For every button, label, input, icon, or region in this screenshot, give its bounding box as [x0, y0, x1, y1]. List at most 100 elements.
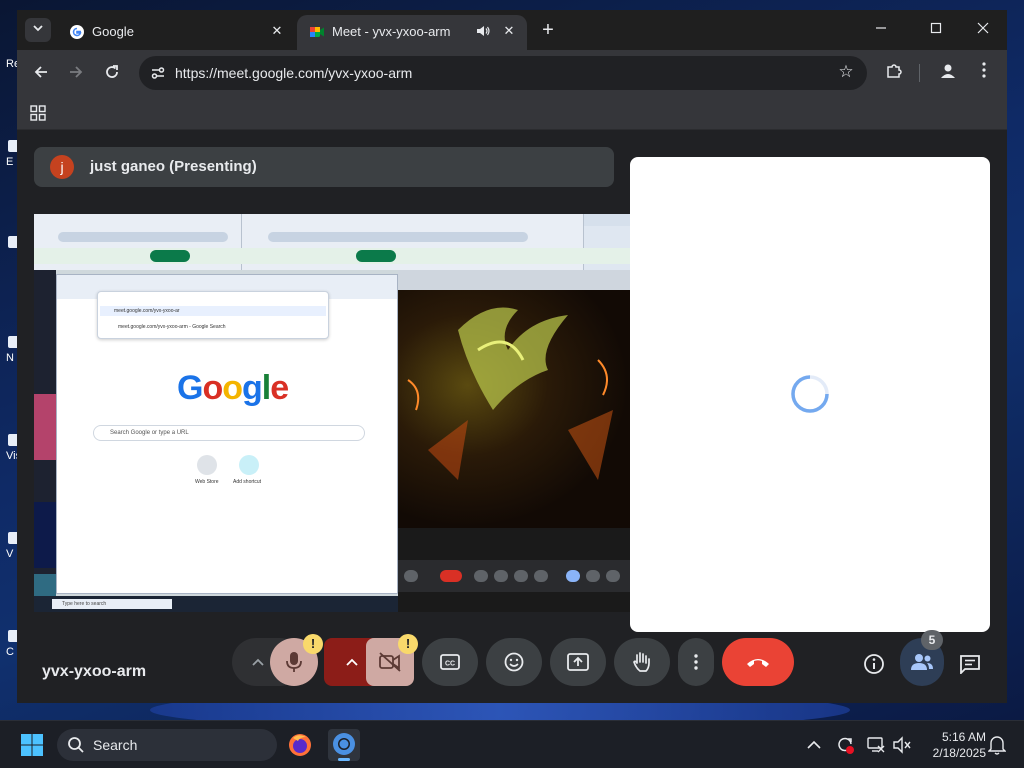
chevron-down-icon [33, 25, 43, 32]
active-app-indicator [338, 758, 350, 761]
taskbar-search-box[interactable]: Search [57, 729, 277, 761]
tab-meet[interactable]: Meet - yvx-yxoo-arm ✕ [297, 15, 527, 50]
shared-new-tab-page: meet.google.com/yvx-yxoo-ar meet.google.… [56, 274, 398, 594]
sync-alert-icon[interactable] [835, 735, 855, 755]
close-tab-icon[interactable]: ✕ [267, 21, 287, 41]
apps-grid-icon[interactable] [29, 104, 47, 122]
shared-screen-video[interactable]: meet.google.com/yvx-yxoo-ar meet.google.… [34, 214, 630, 612]
new-tab-button[interactable]: + [537, 20, 559, 42]
back-arrow-icon[interactable] [29, 62, 53, 86]
maximize-window-icon[interactable] [922, 18, 950, 42]
bookmark-star-icon[interactable]: ☆ [837, 63, 855, 81]
chat-icon [960, 655, 980, 674]
site-info-icon[interactable] [149, 64, 167, 82]
shared-side-strip [34, 270, 56, 612]
network-icon[interactable] [866, 735, 886, 755]
shared-google-search-box: Search Google or type a URL [93, 425, 365, 441]
meeting-details-button[interactable] [856, 646, 892, 682]
tab-strip: Google ✕ Meet - yvx-yxoo-arm ✕ + [17, 10, 1007, 50]
url-text[interactable]: https://meet.google.com/yvx-yxoo-arm [175, 65, 412, 81]
close-window-icon[interactable] [969, 18, 997, 42]
desktop-icon-label: V [6, 548, 14, 560]
bookmarks-bar [17, 96, 1007, 130]
emoji-smile-icon [504, 652, 524, 672]
chevron-up-icon[interactable] [804, 735, 824, 755]
shared-taskbar-search: Type here to search [52, 599, 172, 609]
meeting-code: yvx-yxoo-arm [42, 663, 147, 680]
leave-call-button[interactable] [722, 638, 794, 686]
tab-title: Meet - yvx-yxoo-arm [332, 24, 451, 39]
tab-title: Google [92, 24, 134, 39]
google-favicon-icon [70, 25, 84, 39]
present-screen-icon [567, 653, 589, 671]
toolbar-divider [919, 64, 920, 82]
volume-muted-icon[interactable] [892, 735, 912, 755]
reactions-button[interactable] [486, 638, 542, 686]
suggestion-row: meet.google.com/yvx-yxoo-ar [100, 306, 326, 316]
google-logo: Google [177, 369, 289, 407]
microphone-warning-badge: ! [303, 634, 323, 654]
raise-hand-button[interactable] [614, 638, 670, 686]
info-icon [864, 654, 884, 674]
extensions-puzzle-icon[interactable] [883, 62, 905, 84]
shared-browser-windows [34, 214, 630, 270]
closed-captions-icon: CC [440, 654, 460, 670]
clock-date: 2/18/2025 [932, 746, 986, 760]
tab-google[interactable]: Google ✕ [57, 15, 295, 50]
profile-avatar-icon[interactable] [937, 62, 959, 84]
minimize-window-icon[interactable] [867, 18, 895, 42]
participant-count-badge: 5 [921, 630, 943, 650]
address-bar[interactable]: https://meet.google.com/yvx-yxoo-arm ☆ [139, 56, 867, 90]
tab-search-button[interactable] [25, 18, 51, 42]
people-icon [911, 654, 933, 670]
clock-time: 5:16 AM [941, 730, 986, 744]
reload-icon[interactable] [100, 62, 124, 86]
svg-text:CC: CC [445, 661, 455, 668]
notification-bell-icon[interactable] [987, 735, 1008, 755]
raise-hand-icon [633, 652, 650, 672]
more-options-button[interactable] [678, 638, 714, 686]
shortcut-label: Add shortcut [233, 479, 262, 485]
desktop-icon-label: N [6, 352, 14, 364]
camera-off-icon [379, 652, 401, 672]
search-icon [68, 737, 84, 753]
hang-up-phone-icon [747, 659, 769, 667]
more-vertical-icon[interactable] [973, 62, 995, 84]
desktop-icon-label: E [6, 156, 14, 168]
desktop-icon-label: C [6, 646, 14, 658]
camera-warning-badge: ! [398, 634, 418, 654]
taskbar-search-label: Search [93, 737, 138, 753]
browser-toolbar: https://meet.google.com/yvx-yxoo-arm ☆ [17, 50, 1007, 96]
self-video-tile[interactable] [630, 157, 990, 632]
windows-taskbar: Search 5:16 AM 2/18/2025 [0, 720, 1024, 768]
meet-page: j just ganeo (Presenting) meet.google.co… [17, 130, 1007, 703]
audio-playing-icon[interactable] [475, 23, 491, 39]
anime-video-frame [398, 290, 630, 528]
taskbar-clock[interactable]: 5:16 AM 2/18/2025 [918, 729, 986, 761]
chevron-up-icon [346, 658, 358, 666]
shortcut-label: Web Store [195, 479, 219, 485]
loading-spinner-icon [791, 375, 829, 413]
shared-omnibox-dropdown: meet.google.com/yvx-yxoo-ar meet.google.… [97, 291, 329, 339]
shared-meet-controls [398, 560, 630, 592]
chat-button[interactable] [952, 646, 988, 682]
firefox-taskbar-icon[interactable] [284, 729, 316, 761]
add-shortcut-icon [239, 455, 259, 475]
captions-button[interactable]: CC [422, 638, 478, 686]
web-store-shortcut-icon [197, 455, 217, 475]
microphone-icon [286, 652, 302, 672]
present-screen-button[interactable] [550, 638, 606, 686]
shared-video-player [398, 270, 630, 612]
chrome-window: Google ✕ Meet - yvx-yxoo-arm ✕ + https:/… [17, 10, 1007, 703]
suggestion-row: meet.google.com/yvx-yxoo-arm - Google Se… [118, 324, 226, 330]
close-tab-icon[interactable]: ✕ [499, 21, 519, 41]
forward-arrow-icon[interactable] [64, 62, 88, 86]
more-vertical-icon [694, 654, 698, 670]
chevron-up-icon [252, 658, 264, 666]
presenter-banner: j just ganeo (Presenting) [34, 147, 614, 187]
presenter-avatar: j [50, 155, 74, 179]
shared-taskbar: Type here to search [34, 596, 398, 612]
chrome-taskbar-icon[interactable] [328, 729, 360, 761]
presenter-name: just ganeo (Presenting) [90, 158, 257, 175]
windows-start-icon[interactable] [20, 733, 44, 757]
